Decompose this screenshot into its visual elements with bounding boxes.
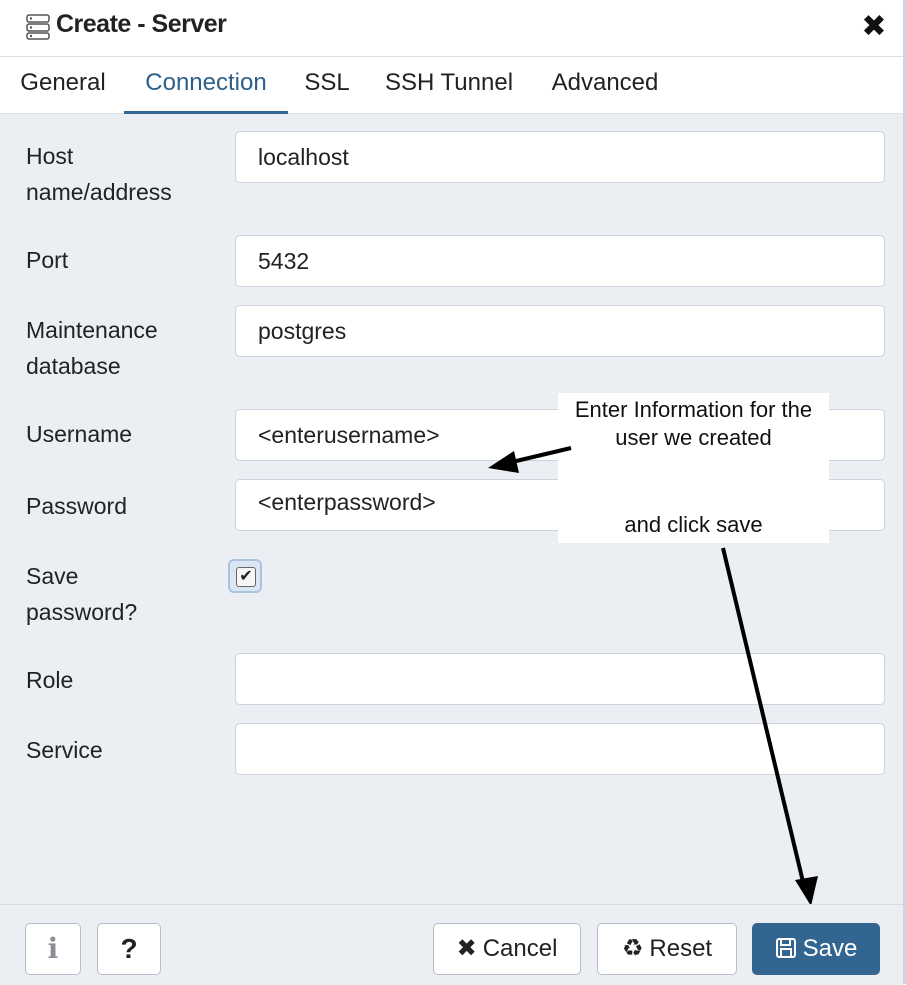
tab-connection[interactable]: Connection — [124, 57, 288, 114]
dialog-titlebar: Create - Server ✖ — [0, 0, 906, 57]
service-label: Service — [26, 737, 103, 763]
save-password-label-line2: password? — [26, 599, 138, 625]
help-icon: ? — [120, 933, 138, 964]
username-label: Username — [26, 421, 133, 447]
tab-ssh-tunnel[interactable]: SSH Tunnel — [374, 57, 524, 111]
annotation-line2: user we created — [615, 425, 772, 450]
save-password-checkbox-focus: ✔ — [228, 559, 262, 593]
tab-bar: General Connection SSL SSH Tunnel Advanc… — [0, 57, 906, 114]
maintenance-db-label-line2: database — [26, 353, 121, 379]
close-icon[interactable]: ✖ — [860, 12, 888, 42]
save-password-label-line1: Save — [26, 563, 79, 589]
port-input[interactable]: 5432 — [235, 235, 885, 287]
server-icon — [26, 14, 50, 40]
info-button[interactable]: i — [25, 923, 81, 975]
close-icon: ✖ — [456, 935, 477, 962]
recycle-icon: ♻ — [621, 935, 644, 962]
port-label: Port — [26, 247, 69, 273]
maintenance-db-label: Maintenance database — [26, 312, 158, 384]
tab-general[interactable]: General — [10, 57, 116, 111]
floppy-disk-icon — [775, 938, 796, 958]
host-label: Host name/address — [26, 138, 172, 210]
help-button[interactable]: ? — [97, 923, 161, 975]
tab-ssl[interactable]: SSL — [296, 57, 358, 111]
save-label: Save — [802, 935, 858, 962]
reset-label: Reset — [649, 935, 713, 962]
dialog-footer: i ? ✖ Cancel ♻ Reset Save — [0, 904, 903, 985]
info-icon: i — [47, 932, 59, 965]
save-password-checkbox[interactable]: ✔ — [236, 567, 256, 587]
save-password-label: Save password? — [26, 558, 137, 630]
cancel-button[interactable]: ✖ Cancel — [433, 923, 581, 975]
role-label: Role — [26, 667, 74, 693]
service-input[interactable] — [235, 723, 885, 775]
annotation-line1: Enter Information for the — [574, 397, 813, 422]
host-label-line1: Host — [26, 143, 74, 169]
dialog-title: Create - Server — [56, 10, 227, 38]
reset-button[interactable]: ♻ Reset — [597, 923, 737, 975]
maintenance-db-input[interactable]: postgres — [235, 305, 885, 357]
cancel-label: Cancel — [482, 935, 558, 962]
annotation-line3: and click save — [624, 512, 763, 537]
tab-advanced[interactable]: Advanced — [540, 57, 670, 111]
save-button[interactable]: Save — [752, 923, 880, 975]
maintenance-db-label-line1: Maintenance — [26, 317, 158, 343]
annotation-callout: Enter Information for the user we create… — [558, 393, 829, 543]
host-label-line2: name/address — [26, 179, 172, 205]
host-input[interactable]: localhost — [235, 131, 885, 183]
password-label: Password — [26, 493, 127, 519]
role-input[interactable] — [235, 653, 885, 705]
